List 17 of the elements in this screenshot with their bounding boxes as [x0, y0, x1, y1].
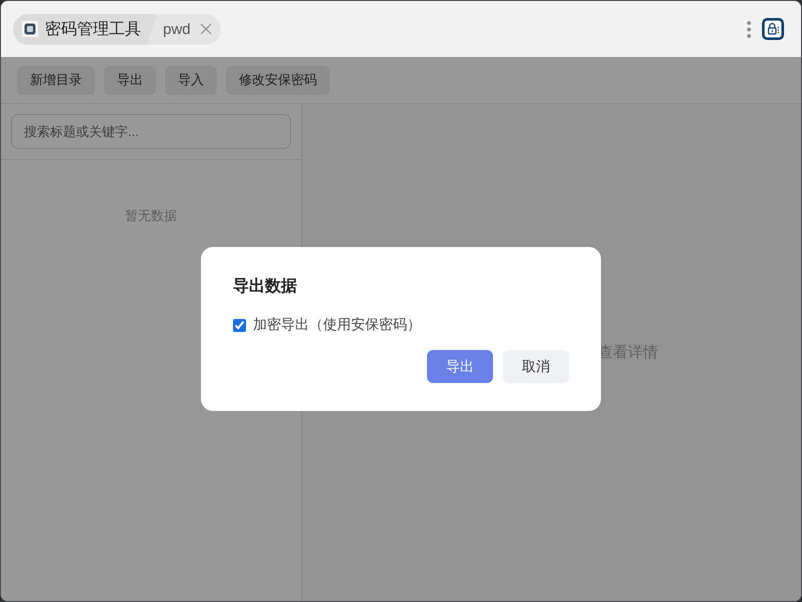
toolbar-button[interactable]: 导出 [104, 66, 156, 94]
toolbar-button[interactable]: 修改安保密码 [226, 66, 330, 94]
empty-message: 暂无数据 [125, 207, 177, 225]
toolbar-button[interactable]: 新增目录 [17, 66, 95, 94]
toolbar-button[interactable]: 导入 [165, 66, 217, 94]
cancel-button[interactable]: 取消 [503, 350, 569, 383]
app-tab[interactable]: 密码管理工具 [13, 14, 157, 44]
app-icon [22, 21, 38, 37]
more-menu-icon[interactable] [747, 20, 751, 38]
lock-icon[interactable] [762, 18, 784, 40]
encrypt-checkbox[interactable] [233, 318, 246, 332]
close-icon[interactable] [200, 23, 212, 35]
confirm-button[interactable]: 导出 [427, 350, 493, 383]
search-field[interactable]: 搜索标题或关键字... [11, 114, 291, 149]
page-tab[interactable]: pwd [157, 14, 221, 44]
checkbox-label: 加密导出（使用安保密码） [253, 316, 421, 334]
dialog-title: 导出数据 [233, 276, 298, 297]
